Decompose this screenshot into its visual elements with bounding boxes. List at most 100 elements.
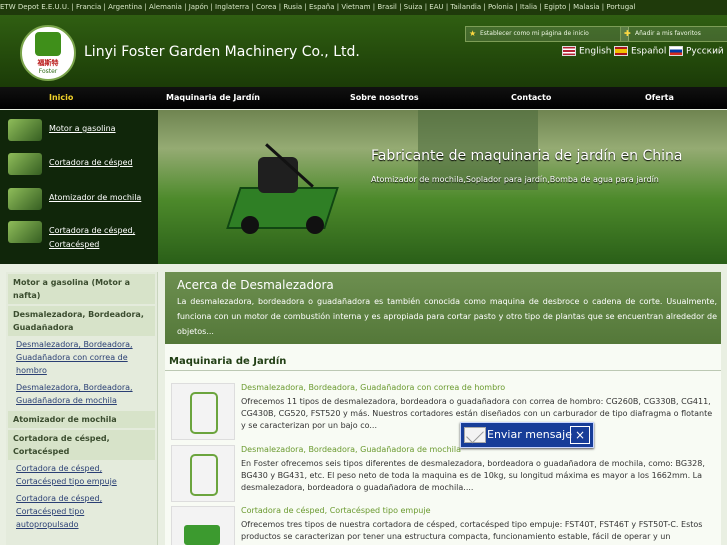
language-english-label: English [579,46,612,57]
category-link[interactable]: Cortadora de césped, Cortacésped tipo em… [8,460,155,490]
nav-contact[interactable]: Contacto [511,87,551,109]
add-favorites-label: Añadir a mis favoritos [635,30,701,37]
category-heading[interactable]: Motor a gasolina (Motor a nafta) [8,274,155,304]
logo-mark-icon [35,32,61,56]
main-navigation: Inicio Maquinaria de Jardín Sobre nosotr… [0,87,727,109]
star-icon: ★ [469,29,477,38]
product-thumbnail[interactable] [171,506,235,545]
top-link[interactable]: Inglaterra [215,0,249,15]
category-link[interactable]: Desmalezadora, Bordeadora, Guadañadora d… [8,379,155,409]
mower-wheel [241,216,259,234]
quick-link-gasoline-engine[interactable]: Motor a gasolina [6,116,154,144]
mower-engine [258,157,298,193]
logo-chinese-text: 福斯特 [37,59,59,67]
nav-offer[interactable]: Oferta [645,87,674,109]
language-spanish-label: Español [631,46,667,57]
top-link[interactable]: Portugal [606,0,635,15]
main-content: Acerca de Desmalezadora La desmalezadora… [165,272,721,545]
quick-link-lawnmower[interactable]: Cortadora de césped, Cortacésped [6,218,154,258]
top-link[interactable]: Italia [520,0,537,15]
close-icon[interactable]: × [570,426,590,444]
product-title[interactable]: Cortadora de césped, Cortacésped tipo em… [241,506,431,515]
top-link[interactable]: Alemania [149,0,182,15]
product-description: Ofrecemos tres tipos de nuestra cortador… [241,520,703,541]
sprayer-thumbnail-icon [8,188,42,210]
set-homepage-label: Establecer como mi página de inicio [480,30,589,37]
quick-link-label: Atomizador de mochila [49,193,142,202]
quick-link-backpack-sprayer[interactable]: Atomizador de mochila [6,185,154,213]
language-russian[interactable]: Русский [669,46,724,57]
top-link[interactable]: España [309,0,335,15]
nav-home[interactable]: Inicio [49,87,73,109]
bookmark-icon: ✚ [624,29,631,38]
engine-thumbnail-icon [8,119,42,141]
us-flag-icon [562,46,576,56]
product-title[interactable]: Desmalezadora, Bordeadora, Guadañadora d… [241,445,461,454]
product-card: Desmalezadora, Bordeadora, Guadañadora d… [165,445,721,505]
top-link[interactable]: Francia [76,0,101,15]
company-name: Linyi Foster Garden Machinery Co., Ltd. [84,44,360,60]
send-message-label: Enviar mensaje [487,428,572,441]
category-heading[interactable]: Cortadora de césped, Cortacésped [8,430,155,460]
category-link[interactable]: Cortadora de césped, Cortacésped tipo au… [8,490,155,533]
lawnmower-illustration [226,143,353,237]
top-link[interactable]: Tailandia [450,0,481,15]
top-link[interactable]: ETW Depot E.E.U.U. [0,0,69,15]
language-spanish[interactable]: Español [614,46,666,57]
quick-link-label: Motor a gasolina [49,124,116,133]
top-link[interactable]: Suiza [404,0,423,15]
hero-banner: Fabricante de maquinaria de jardín en Ch… [158,110,727,264]
site-header: 福斯特 Foster Linyi Foster Garden Machinery… [0,15,727,87]
spain-flag-icon [614,46,628,56]
top-language-strip: ETW Depot E.E.U.U. | Francia | Argentina… [0,0,727,15]
section-title: Maquinaria de Jardín [169,356,287,367]
product-thumbnail[interactable] [171,445,235,502]
product-card: Desmalezadora, Bordeadora, Guadañadora c… [165,383,721,443]
logo-english-text: Foster [38,68,58,75]
quick-link-lawn-cutter[interactable]: Cortadora de césped [6,150,154,178]
banner-subtitle: Atomizador de mochila,Soplador para jard… [371,175,659,184]
add-favorites-button[interactable]: ✚ Añadir a mis favoritos [620,26,727,42]
about-title: Acerca de Desmalezadora [177,278,334,292]
category-heading[interactable]: Desmalezadora, Bordeadora, Guadañadora [8,306,155,336]
category-list: Motor a gasolina (Motor a nafta) Desmale… [6,272,158,545]
top-link[interactable]: Argentina [108,0,142,15]
company-logo[interactable]: 福斯特 Foster [20,25,76,81]
top-link[interactable]: Rusia [283,0,302,15]
push-mower-icon [184,525,220,545]
about-section: Acerca de Desmalezadora La desmalezadora… [165,272,721,344]
quick-link-label: Cortadora de césped, Cortacésped [49,226,136,249]
mower-wheel [306,216,324,234]
mail-icon [464,427,486,443]
top-link[interactable]: Polonia [488,0,513,15]
top-link[interactable]: EAU [429,0,443,15]
quick-link-label: Cortadora de césped [49,158,133,167]
language-russian-label: Русский [686,46,724,57]
category-heading[interactable]: Atomizador de mochila [8,411,155,428]
top-link[interactable]: Brasil [377,0,397,15]
product-title[interactable]: Desmalezadora, Bordeadora, Guadañadora c… [241,383,505,392]
trimmer-thumbnail-icon [8,153,42,175]
set-homepage-button[interactable]: ★ Establecer como mi página de inicio [465,26,629,42]
mower-thumbnail-icon [8,221,42,243]
top-link[interactable]: Egipto [544,0,566,15]
top-link[interactable]: Corea [256,0,277,15]
about-text: La desmalezadora, bordeadora o guadañado… [177,297,717,336]
product-thumbnail[interactable] [171,383,235,440]
nav-garden-machinery[interactable]: Maquinaria de Jardín [166,87,260,109]
nav-about-us[interactable]: Sobre nosotros [350,87,419,109]
quick-category-sidebar: Motor a gasolina Cortadora de césped Ato… [0,110,158,264]
send-message-widget[interactable]: Enviar mensaje × [460,422,594,448]
russia-flag-icon [669,46,683,56]
section-divider [165,370,721,371]
product-description: En Foster ofrecemos seis tipos diferente… [241,459,705,492]
backpack-trimmer-icon [190,454,218,496]
trimmer-icon [190,392,218,434]
category-link[interactable]: Desmalezadora, Bordeadora, Guadañadora c… [8,336,155,379]
top-link[interactable]: Vietnam [341,0,370,15]
top-link[interactable]: Malasia [573,0,599,15]
product-card: Cortadora de césped, Cortacésped tipo em… [165,506,721,545]
top-link[interactable]: Japón [189,0,209,15]
language-english[interactable]: English [562,46,612,57]
banner-title: Fabricante de maquinaria de jardín en Ch… [371,148,683,164]
